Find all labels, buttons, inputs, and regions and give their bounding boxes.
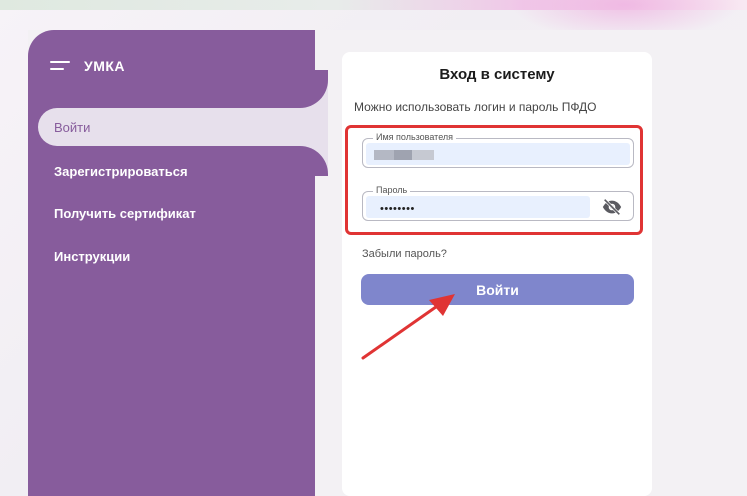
sidebar-item-register[interactable]: Зарегистрироваться bbox=[54, 164, 188, 179]
password-field[interactable]: Пароль •••••••• bbox=[362, 185, 634, 221]
active-tab-curve-top bbox=[228, 70, 328, 108]
username-label: Имя пользователя bbox=[373, 132, 457, 142]
sidebar-item-get-certificate[interactable]: Получить сертификат bbox=[54, 206, 196, 221]
brand-name: УМКА bbox=[84, 58, 126, 74]
sidebar-item-login-label[interactable]: Войти bbox=[54, 120, 90, 135]
login-card: Вход в систему Можно использовать логин … bbox=[342, 52, 652, 496]
login-title: Вход в систему bbox=[439, 66, 555, 83]
active-tab-curve-bottom bbox=[228, 146, 328, 176]
username-input[interactable] bbox=[366, 143, 630, 165]
sidebar: УМКА Войти Зарегистрироваться Получить с… bbox=[28, 30, 328, 496]
sidebar-item-instructions[interactable]: Инструкции bbox=[54, 249, 130, 264]
hamburger-icon[interactable] bbox=[50, 60, 70, 72]
redacted-username-part bbox=[412, 150, 434, 160]
redacted-username bbox=[374, 150, 394, 160]
redacted-username-part bbox=[394, 150, 412, 160]
login-hint: Можно использовать логин и пароль ПФДО bbox=[354, 100, 597, 114]
password-value: •••••••• bbox=[380, 203, 415, 215]
password-label: Пароль bbox=[373, 185, 411, 195]
username-field[interactable]: Имя пользователя bbox=[362, 132, 634, 168]
eye-off-icon[interactable] bbox=[601, 198, 623, 216]
forgot-password-link[interactable]: Забыли пароль? bbox=[362, 248, 447, 260]
annotation-arrow bbox=[361, 294, 455, 360]
brand: УМКА bbox=[50, 58, 125, 74]
password-input[interactable]: •••••••• bbox=[366, 196, 590, 218]
